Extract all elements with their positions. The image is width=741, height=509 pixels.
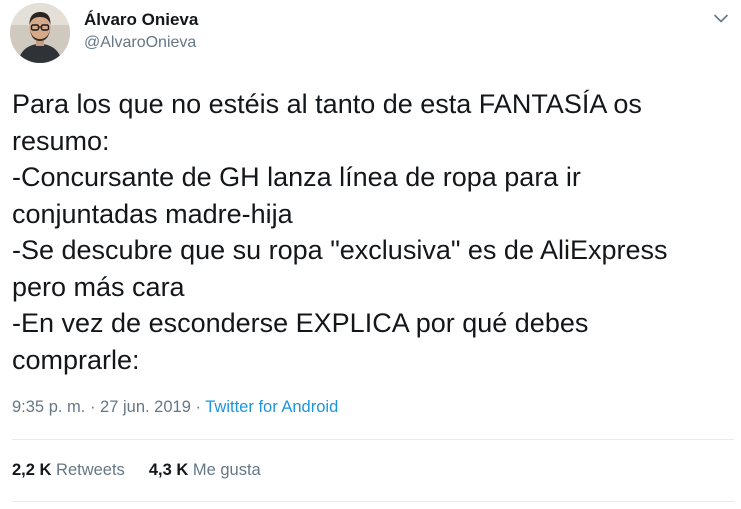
author-name[interactable]: Álvaro Onieva <box>84 10 198 30</box>
tweet-menu-button[interactable] <box>711 8 731 28</box>
tweet-stats: 2,2 K Retweets 4,3 K Me gusta <box>12 461 261 480</box>
tweet-metadata: 9:35 p. m. · 27 jun. 2019 · Twitter for … <box>12 398 338 417</box>
tweet-text-line: comprarle: <box>12 344 140 375</box>
meta-separator: · <box>85 398 101 416</box>
avatar[interactable] <box>10 3 70 63</box>
tweet-text-line: pero más cara <box>12 271 185 302</box>
tweet-text-line: resumo: <box>12 125 110 156</box>
likes-label: Me gusta <box>192 461 261 479</box>
meta-separator: · <box>190 398 206 416</box>
retweets-stat[interactable]: 2,2 K Retweets <box>12 461 125 480</box>
tweet-text: Para los que no estéis al tanto de esta … <box>12 86 712 378</box>
tweet-time[interactable]: 9:35 p. m. <box>12 398 85 416</box>
profile-photo-icon <box>10 3 70 63</box>
tweet: Álvaro Onieva @AlvaroOnieva Para los que… <box>0 0 741 509</box>
tweet-text-line: Para los que no estéis al tanto de esta … <box>12 89 642 119</box>
tweet-source-link[interactable]: Twitter for Android <box>205 398 338 416</box>
chevron-down-icon <box>714 14 728 22</box>
likes-stat[interactable]: 4,3 K Me gusta <box>149 461 261 480</box>
tweet-text-line: -En vez de esconderse EXPLICA por qué de… <box>12 308 589 338</box>
retweets-count: 2,2 K <box>12 461 52 479</box>
divider <box>12 439 734 440</box>
retweets-label: Retweets <box>56 461 125 479</box>
author-handle[interactable]: @AlvaroOnieva <box>84 34 196 52</box>
likes-count: 4,3 K <box>148 461 189 479</box>
tweet-text-line: -Se descubre que su ropa "exclusiva" es … <box>12 235 668 265</box>
divider <box>12 501 734 502</box>
tweet-text-line: -Concursante de GH lanza línea de ropa p… <box>12 162 581 192</box>
tweet-text-line: conjuntadas madre-hija <box>12 198 293 229</box>
tweet-date[interactable]: 27 jun. 2019 <box>100 398 191 416</box>
